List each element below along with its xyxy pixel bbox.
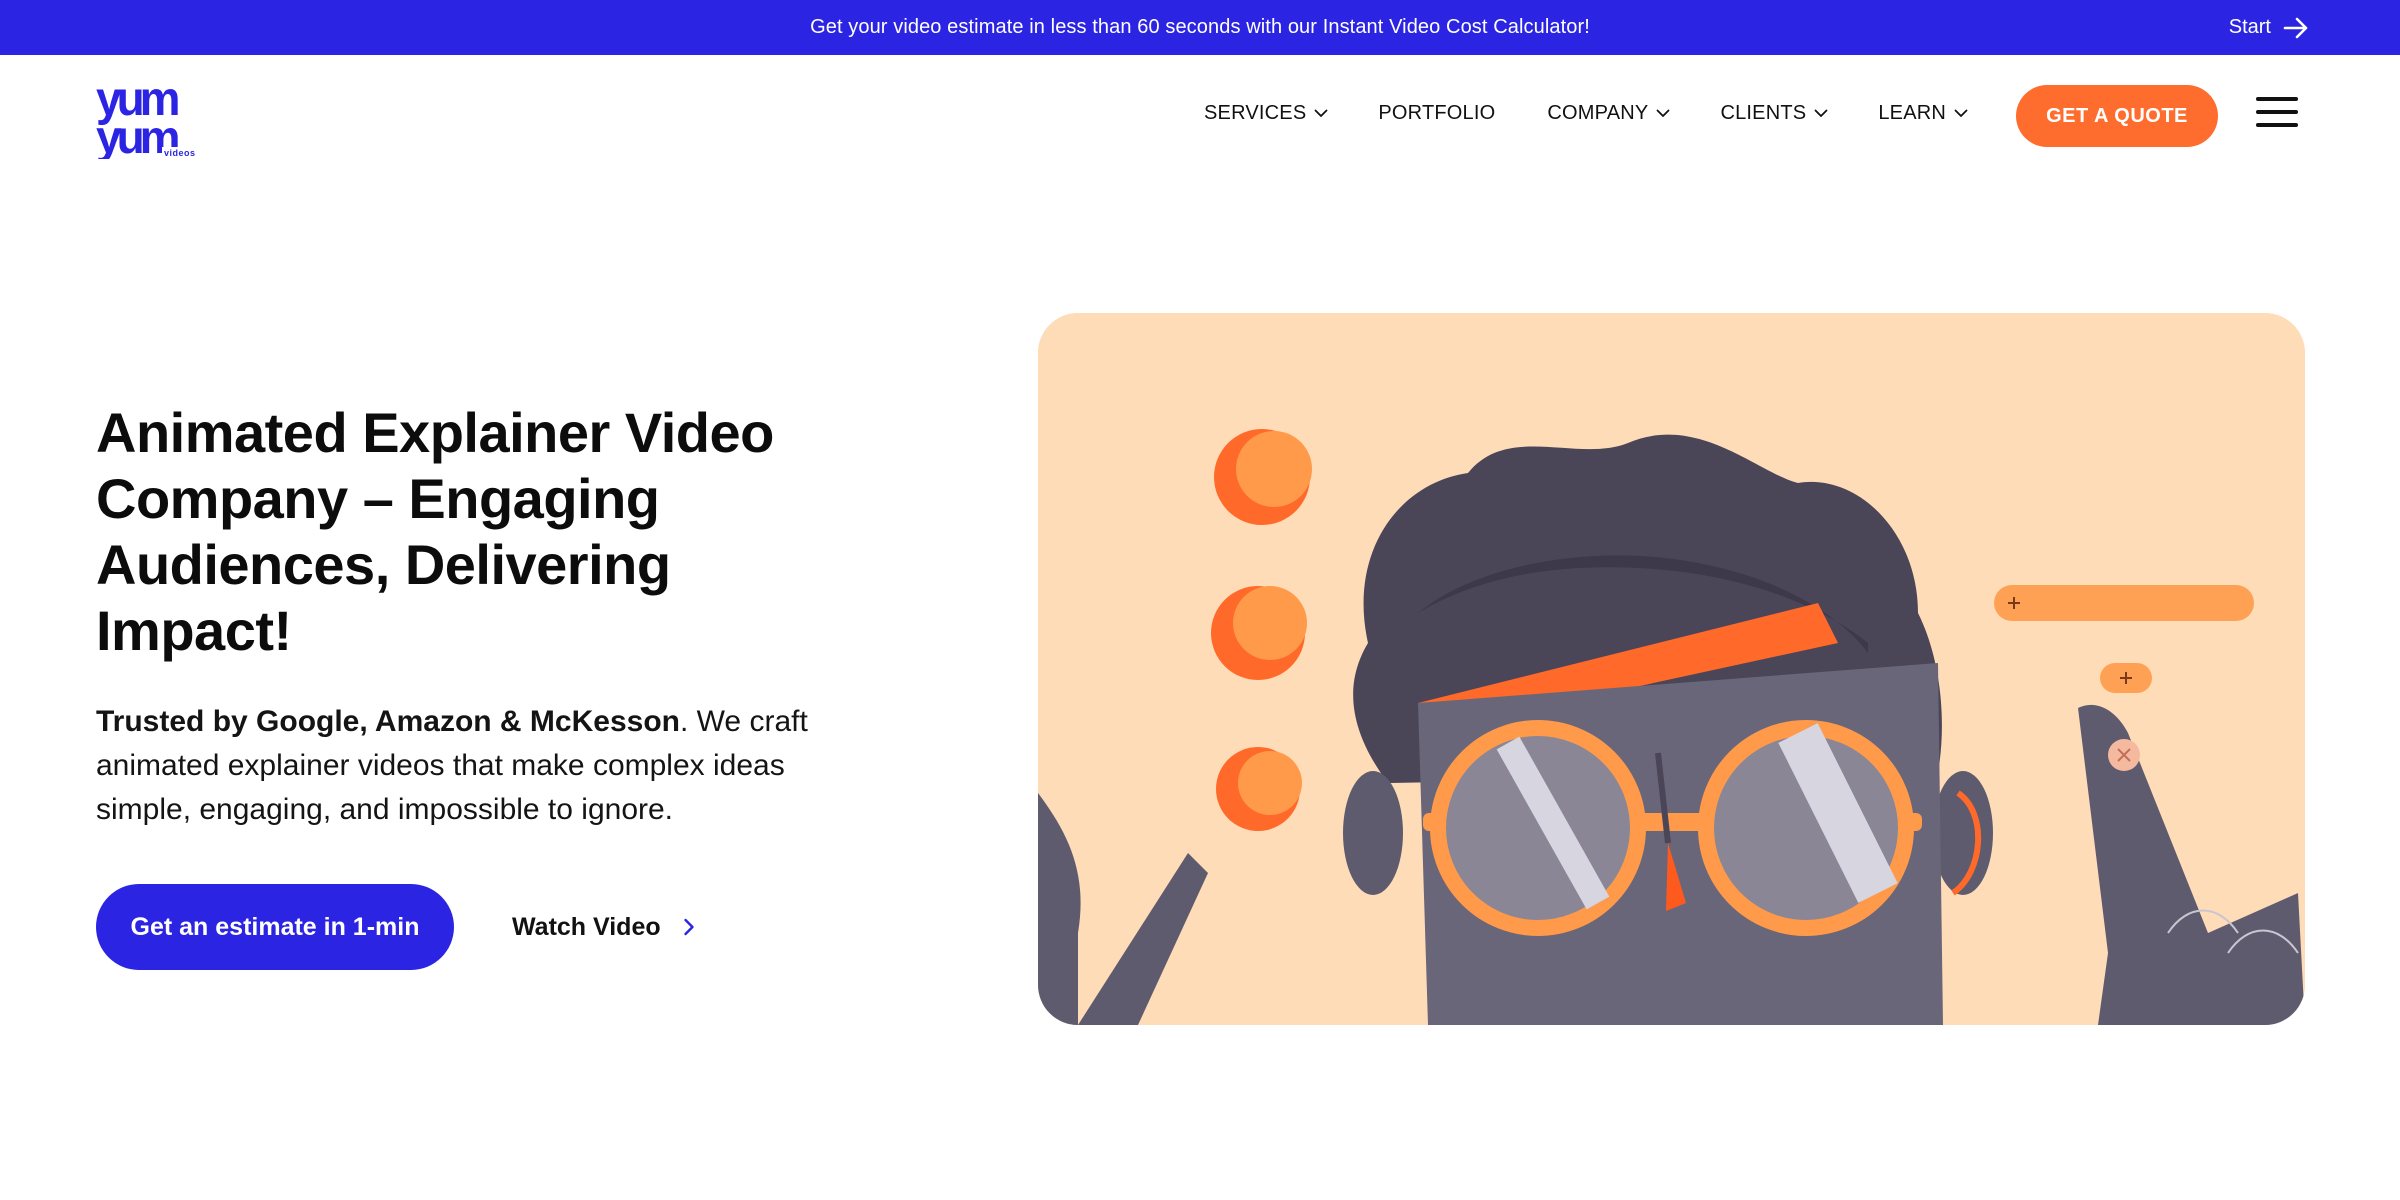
watch-video-label: Watch Video <box>512 912 661 941</box>
hero-video-illustration[interactable] <box>1038 313 2305 1025</box>
chevron-down-icon <box>1657 109 1670 117</box>
nav-learn[interactable]: LEARN <box>1878 102 1968 125</box>
arrow-right-icon <box>2283 17 2308 38</box>
nav-clients[interactable]: CLIENTS <box>1720 102 1828 125</box>
nav-services[interactable]: SERVICES <box>1204 102 1328 125</box>
nav-portfolio[interactable]: PORTFOLIO <box>1378 102 1495 125</box>
watch-video-link[interactable]: Watch Video <box>512 908 695 946</box>
site-header: yum yum videos SERVICES PORTFOLIO COMPAN… <box>0 55 2400 175</box>
svg-text:videos: videos <box>164 148 196 158</box>
announcement-start-label: Start <box>2228 16 2271 38</box>
floating-input-pill <box>1994 585 2254 621</box>
chevron-down-icon <box>1314 109 1328 117</box>
hero-description-trusted: Trusted by Google, Amazon & McKesson <box>96 705 680 738</box>
floating-plus-pill <box>2100 663 2152 693</box>
chevron-down-icon <box>1954 109 1968 117</box>
hero-description: Trusted by Google, Amazon & McKesson. We… <box>96 700 856 832</box>
announcement-text[interactable]: Get your video estimate in less than 60 … <box>810 16 1590 39</box>
nav-services-label: SERVICES <box>1204 101 1307 124</box>
nav-portfolio-label: PORTFOLIO <box>1378 101 1496 124</box>
nav-company-label: COMPANY <box>1547 101 1649 124</box>
nav-learn-label: LEARN <box>1878 101 1947 124</box>
chevron-right-icon <box>683 918 694 936</box>
announcement-bar: Get your video estimate in less than 60 … <box>0 0 2400 55</box>
hero-title: Animated Explainer Video Company – Engag… <box>96 401 774 662</box>
nav-clients-label: CLIENTS <box>1720 101 1807 124</box>
get-a-quote-button[interactable]: GET A QUOTE <box>2016 85 2218 147</box>
main-nav: SERVICES PORTFOLIO COMPANY CLIENTS LEARN <box>1204 95 1968 131</box>
nav-company[interactable]: COMPANY <box>1547 102 1670 125</box>
get-estimate-button[interactable]: Get an estimate in 1-min <box>96 884 454 970</box>
chevron-down-icon <box>1814 109 1828 117</box>
character-illustration <box>1038 313 2305 1025</box>
hamburger-menu-icon[interactable] <box>2256 97 2300 131</box>
yum-yum-logo[interactable]: yum yum videos <box>96 73 204 159</box>
announcement-start-link[interactable]: Start <box>2229 0 2309 55</box>
